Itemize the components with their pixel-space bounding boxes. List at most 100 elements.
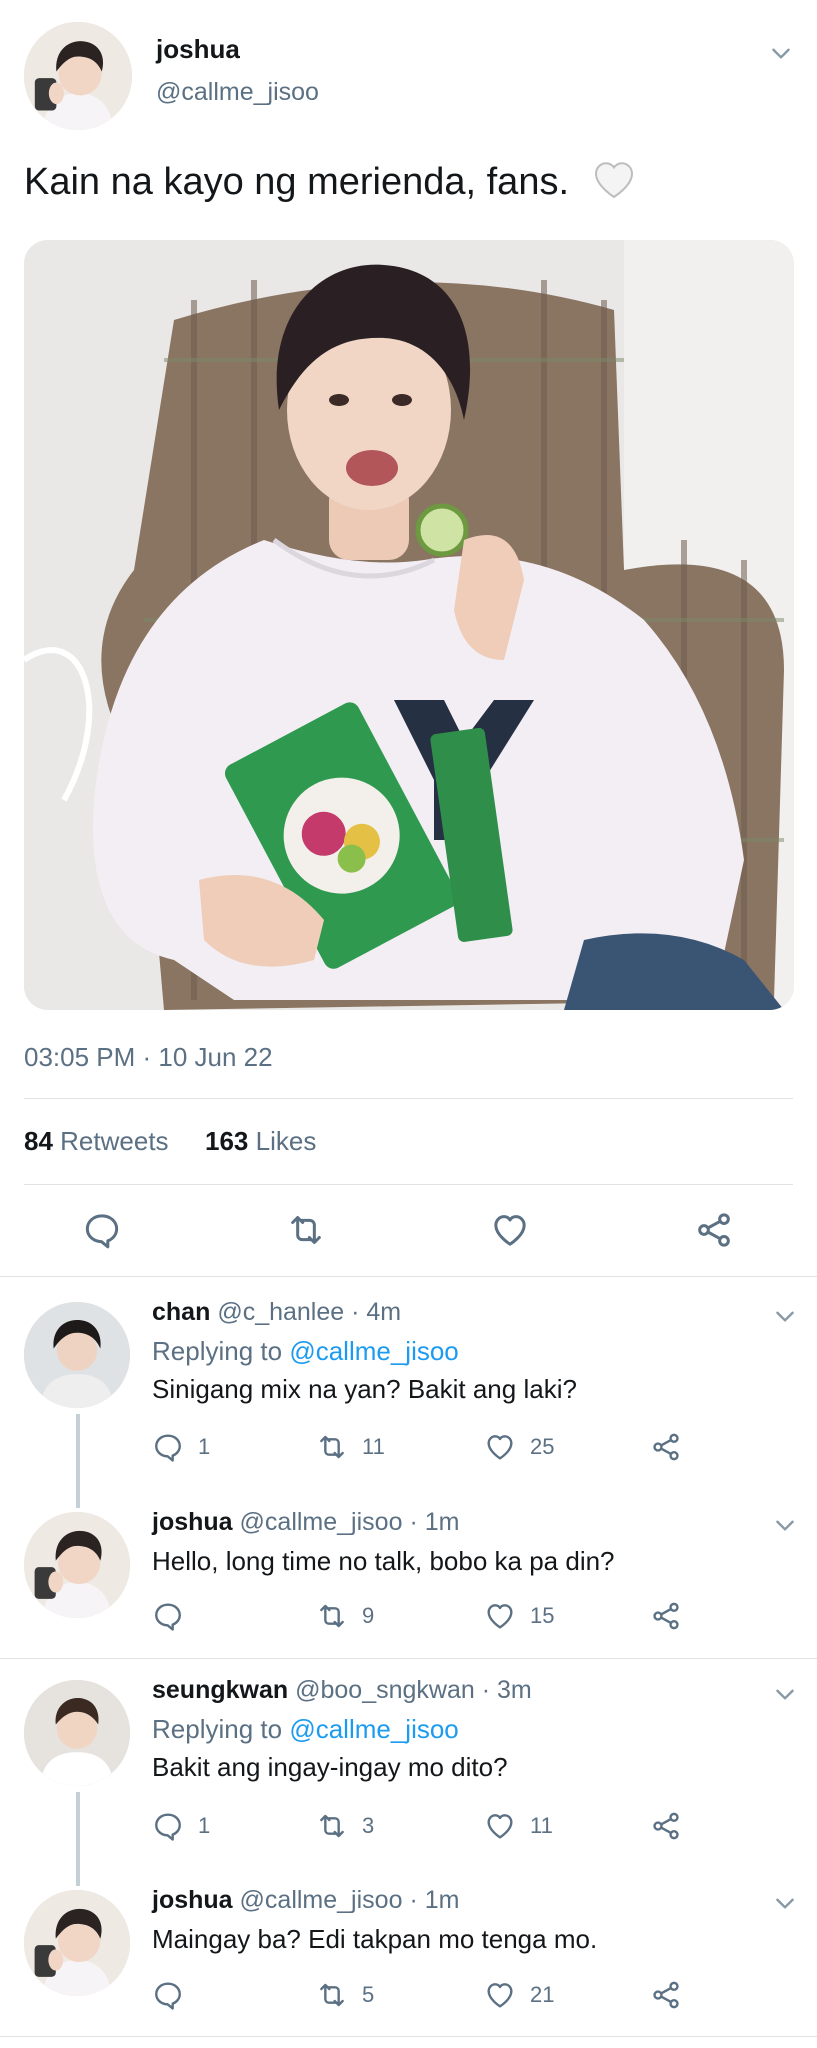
heart-icon — [484, 1810, 516, 1842]
thread-line — [76, 1414, 80, 1508]
likes-count: 163 — [205, 1126, 249, 1156]
author-handle[interactable]: @callme_jisoo — [156, 78, 319, 107]
retweet-icon — [316, 1810, 348, 1842]
avatar-image — [24, 1302, 130, 1408]
reply-text: Bakit ang ingay-ingay mo dito? — [152, 1752, 508, 1782]
retweet-icon — [316, 1979, 348, 2011]
reply-text: Hello, long time no talk, bobo ka pa din… — [152, 1546, 615, 1576]
retweet-icon — [316, 1431, 348, 1463]
reply-like-button[interactable]: 21 — [484, 1978, 554, 2012]
share-icon — [650, 1810, 682, 1842]
replying-to-link[interactable]: @callme_jisoo — [289, 1714, 458, 1744]
share-icon — [650, 1431, 682, 1463]
divider — [0, 1276, 817, 1277]
comment-icon — [152, 1431, 184, 1463]
replying-to-label: Replying to — [152, 1714, 283, 1744]
like-count: 15 — [530, 1603, 555, 1628]
reply-retweet-button[interactable]: 5 — [316, 1978, 374, 2012]
reply-comment-button[interactable] — [152, 1978, 198, 2012]
reply-time: · 1m — [409, 1886, 460, 1914]
reply-header: joshua @callme_jisoo · 1m — [152, 1508, 459, 1537]
avatar[interactable] — [24, 1302, 130, 1408]
heart-icon[interactable] — [490, 1210, 530, 1250]
comment-icon[interactable] — [82, 1210, 122, 1250]
chevron-down-icon[interactable] — [772, 1303, 798, 1329]
heart-icon — [484, 1431, 516, 1463]
reply-author-handle[interactable]: @callme_jisoo — [240, 1886, 403, 1914]
reply-time: · 4m — [351, 1298, 402, 1326]
reply-header: seungkwan @boo_sngkwan · 3m — [152, 1676, 532, 1705]
avatar-image — [24, 1512, 130, 1618]
comment-count: 1 — [198, 1813, 211, 1838]
reply-comment-button[interactable]: 1 — [152, 1809, 210, 1843]
tweet-text-content: Kain na kayo ng merienda, fans. — [24, 161, 570, 203]
reply-like-button[interactable]: 25 — [484, 1430, 554, 1464]
reply-author-name[interactable]: joshua — [152, 1508, 233, 1536]
reply-author-handle[interactable]: @callme_jisoo — [240, 1508, 403, 1536]
retweet-icon[interactable] — [286, 1210, 326, 1250]
retweet-count: 3 — [362, 1813, 375, 1838]
reply-author-handle[interactable]: @c_hanlee — [217, 1298, 344, 1326]
reply-share-button[interactable] — [650, 1978, 696, 2012]
comment-icon — [152, 1810, 184, 1842]
divider — [24, 1098, 793, 1099]
avatar-image — [24, 22, 132, 130]
reply-share-button[interactable] — [650, 1809, 696, 1843]
replying-to: Replying to @callme_jisoo — [152, 1336, 459, 1367]
reply-share-button[interactable] — [650, 1599, 696, 1633]
reply-retweet-button[interactable]: 3 — [316, 1809, 374, 1843]
avatar[interactable] — [24, 22, 132, 130]
author-name[interactable]: joshua — [156, 34, 240, 65]
avatar[interactable] — [24, 1890, 130, 1996]
reply-like-button[interactable]: 11 — [484, 1809, 553, 1843]
reply-header: joshua @callme_jisoo · 1m — [152, 1886, 459, 1915]
chevron-down-icon[interactable] — [768, 40, 794, 66]
heart-icon — [484, 1600, 516, 1632]
reply-text: Sinigang mix na yan? Bakit ang laki? — [152, 1374, 577, 1404]
reply-retweet-button[interactable]: 11 — [316, 1430, 385, 1464]
retweets-count: 84 — [24, 1126, 53, 1156]
chevron-down-icon[interactable] — [772, 1890, 798, 1916]
reply-author-handle[interactable]: @boo_sngkwan — [295, 1676, 475, 1704]
replying-to-label: Replying to — [152, 1336, 283, 1366]
photo-illustration — [24, 240, 794, 1010]
comment-icon — [152, 1979, 184, 2011]
reply-like-button[interactable]: 15 — [484, 1599, 554, 1633]
retweets-stat[interactable]: 84 Retweets — [24, 1126, 169, 1156]
like-count: 11 — [530, 1813, 553, 1838]
reply-header: chan @c_hanlee · 4m — [152, 1298, 401, 1327]
tweet-photo[interactable] — [24, 240, 794, 1010]
reply-comment-button[interactable] — [152, 1599, 198, 1633]
reply-author-name[interactable]: seungkwan — [152, 1676, 288, 1704]
tweet-timestamp[interactable]: 03:05 PM · 10 Jun 22 — [24, 1042, 273, 1073]
thread-line — [76, 1792, 80, 1886]
retweet-icon — [316, 1600, 348, 1632]
divider — [0, 1658, 817, 1659]
share-icon — [650, 1979, 682, 2011]
chevron-down-icon[interactable] — [772, 1681, 798, 1707]
likes-stat[interactable]: 163 Likes — [205, 1126, 316, 1156]
share-icon[interactable] — [694, 1210, 734, 1250]
comment-count: 1 — [198, 1434, 211, 1459]
reply-time: · 1m — [409, 1508, 460, 1536]
reply-comment-button[interactable]: 1 — [152, 1430, 210, 1464]
replying-to: Replying to @callme_jisoo — [152, 1714, 459, 1745]
avatar[interactable] — [24, 1512, 130, 1618]
divider — [0, 2036, 817, 2037]
chevron-down-icon[interactable] — [772, 1512, 798, 1538]
divider — [24, 1184, 793, 1185]
reply-share-button[interactable] — [650, 1430, 696, 1464]
replying-to-link[interactable]: @callme_jisoo — [289, 1336, 458, 1366]
reply-author-name[interactable]: joshua — [152, 1886, 233, 1914]
likes-label: Likes — [255, 1126, 317, 1156]
like-count: 21 — [530, 1982, 555, 2007]
like-count: 25 — [530, 1434, 555, 1459]
reply-time: · 3m — [481, 1676, 532, 1704]
retweets-label: Retweets — [60, 1126, 169, 1156]
reply-text: Maingay ba? Edi takpan mo tenga mo. — [152, 1924, 598, 1954]
reply-author-name[interactable]: chan — [152, 1298, 210, 1326]
avatar[interactable] — [24, 1680, 130, 1786]
avatar-image — [24, 1680, 130, 1786]
reply-retweet-button[interactable]: 9 — [316, 1599, 374, 1633]
retweet-count: 5 — [362, 1982, 375, 2007]
